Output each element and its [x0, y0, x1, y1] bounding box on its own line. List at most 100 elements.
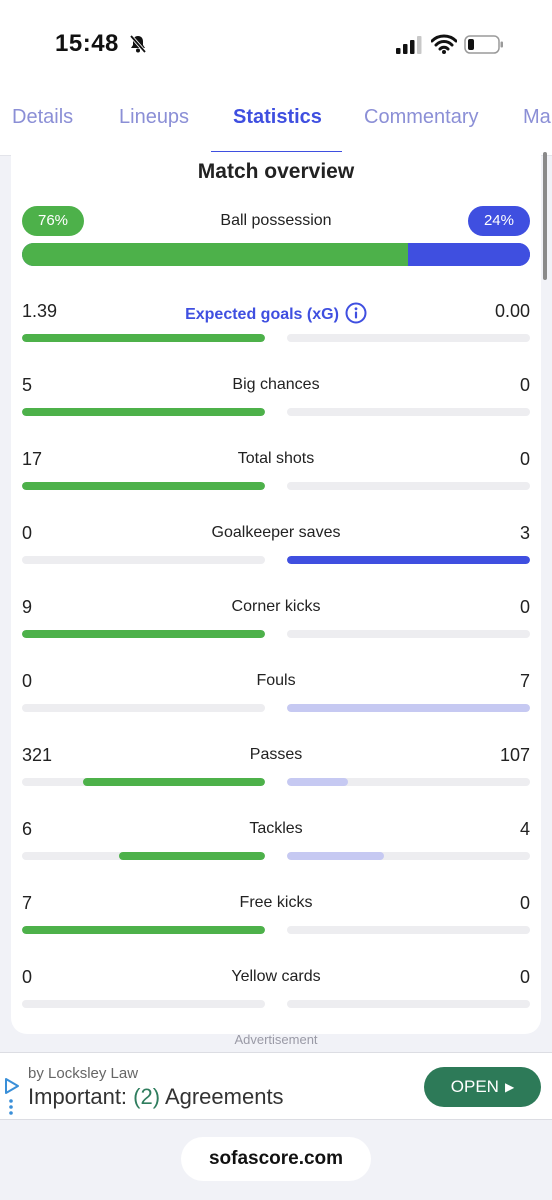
stat-home-bar-track	[22, 630, 265, 638]
stat-label-text: Corner kicks	[231, 598, 321, 615]
stat-home-bar-track	[22, 408, 265, 416]
advertisement-label: Advertisement	[234, 1032, 318, 1047]
ad-headline-accent: (2)	[133, 1084, 161, 1109]
stat-home-bar-fill	[22, 482, 265, 490]
stat-home-bar-track	[22, 1000, 265, 1008]
stat-row: 321 Passes 107	[11, 745, 541, 805]
stat-label: Fouls	[11, 672, 541, 690]
stat-label-text: Total shots	[237, 450, 315, 467]
stat-home-bar-track	[22, 852, 265, 860]
possession-label: Ball possession	[220, 212, 332, 229]
stat-label-text: Big chances	[232, 376, 320, 393]
stat-home-bar-track	[22, 334, 265, 342]
battery-low-icon	[464, 35, 503, 54]
stat-home-bar-fill	[22, 630, 265, 638]
stat-away-value: 0	[519, 967, 530, 987]
stat-home-bar-track	[22, 482, 265, 490]
ad-banner[interactable]: by Locksley Law Important: (2) Agreement…	[0, 1052, 552, 1120]
stat-label-text: Expected goals (xG)	[185, 306, 339, 323]
ad-headline-post: Agreements	[160, 1084, 284, 1109]
bell-slash-icon	[129, 34, 147, 54]
stat-away-bar-track	[287, 408, 530, 416]
stat-away-bar-track	[287, 556, 530, 564]
tab-matches[interactable]: Ma	[523, 106, 551, 129]
stat-label-text: Free kicks	[239, 894, 313, 911]
stat-away-value: 0.00	[494, 301, 530, 321]
ad-headline[interactable]: Important: (2) Agreements	[28, 1084, 284, 1110]
stat-away-bar-track	[287, 1000, 530, 1008]
stat-home-bar-track	[22, 556, 265, 564]
stat-row: 9 Corner kicks 0	[11, 597, 541, 657]
stat-label: Yellow cards	[11, 968, 541, 986]
stat-label-text: Yellow cards	[231, 968, 321, 985]
info-icon[interactable]	[345, 302, 367, 324]
tab-statistics[interactable]: Statistics	[233, 106, 322, 129]
stat-away-value: 3	[519, 523, 530, 543]
url-pill[interactable]: sofascore.com	[181, 1137, 371, 1181]
stat-label: Tackles	[11, 820, 541, 838]
ad-headline-pre: Important:	[28, 1084, 134, 1109]
tab-bar: Details Lineups Statistics Commentary Ma	[0, 90, 552, 156]
stat-home-bar-fill	[22, 926, 265, 934]
stat-away-bar-fill	[287, 778, 348, 786]
stat-row: 1.39 Expected goals (xG) 0.00	[11, 301, 541, 361]
stat-away-bar-track	[287, 852, 530, 860]
stat-away-value: 0	[519, 893, 530, 913]
stat-home-bar-track	[22, 704, 265, 712]
stat-away-bar-fill	[287, 704, 530, 712]
stat-row: 0 Goalkeeper saves 3	[11, 523, 541, 583]
stat-label[interactable]: Expected goals (xG)	[11, 302, 541, 324]
stat-home-bar-fill	[22, 408, 265, 416]
tab-lineups[interactable]: Lineups	[119, 106, 189, 129]
stat-row: 7 Free kicks 0	[11, 893, 541, 953]
stat-row: 17 Total shots 0	[11, 449, 541, 509]
stat-away-bar-fill	[287, 852, 385, 860]
ad-open-label: OPEN	[450, 1077, 499, 1096]
stat-row: 0 Yellow cards 0	[11, 967, 541, 1027]
stat-away-value: 7	[519, 671, 530, 691]
tab-details[interactable]: Details	[12, 106, 73, 129]
stat-away-bar-fill	[287, 556, 530, 564]
ad-open-button[interactable]: OPEN ▶	[424, 1067, 541, 1107]
stat-label: Big chances	[11, 376, 541, 394]
tab-commentary[interactable]: Commentary	[364, 106, 478, 129]
stat-away-value: 0	[519, 449, 530, 469]
stat-away-bar-track	[287, 482, 530, 490]
scrollbar[interactable]	[543, 152, 547, 280]
stat-home-bar-track	[22, 778, 265, 786]
stat-home-bar-fill	[22, 334, 265, 342]
stat-away-bar-track	[287, 630, 530, 638]
stat-label: Corner kicks	[11, 598, 541, 616]
possession-bar-home	[22, 243, 409, 266]
stat-label-text: Tackles	[249, 820, 303, 837]
match-overview-card: Match overview 76% Ball possession 24% 1…	[11, 152, 541, 1034]
stat-away-value: 4	[519, 819, 530, 839]
stat-row: 6 Tackles 4	[11, 819, 541, 879]
stat-label: Goalkeeper saves	[11, 524, 541, 542]
status-bar: 15:48	[0, 0, 552, 90]
stat-row: 5 Big chances 0	[11, 375, 541, 435]
stat-away-bar-track	[287, 704, 530, 712]
adchoices-icon[interactable]	[4, 1077, 20, 1117]
ad-advertiser: by Locksley Law	[28, 1065, 139, 1082]
stat-label-text: Passes	[249, 746, 303, 763]
stat-label: Total shots	[11, 450, 541, 468]
stat-label-text: Fouls	[256, 672, 296, 689]
stat-home-bar-fill	[82, 778, 265, 786]
stat-label: Free kicks	[11, 894, 541, 912]
stat-away-value: 107	[499, 745, 530, 765]
stat-row: 0 Fouls 7	[11, 671, 541, 731]
stat-away-bar-track	[287, 926, 530, 934]
possession-bar	[22, 243, 530, 266]
play-arrow-icon: ▶	[504, 1080, 515, 1094]
status-time: 15:48	[55, 30, 119, 57]
card-title: Match overview	[197, 160, 355, 183]
away-possession-pill: 24%	[467, 206, 530, 236]
stat-label-text: Goalkeeper saves	[211, 524, 341, 541]
stat-away-value: 0	[519, 375, 530, 395]
stat-away-bar-track	[287, 334, 530, 342]
stat-away-value: 0	[519, 597, 530, 617]
wifi-icon	[431, 34, 457, 54]
possession-bar-away	[408, 243, 530, 266]
stat-home-bar-fill	[119, 852, 265, 860]
